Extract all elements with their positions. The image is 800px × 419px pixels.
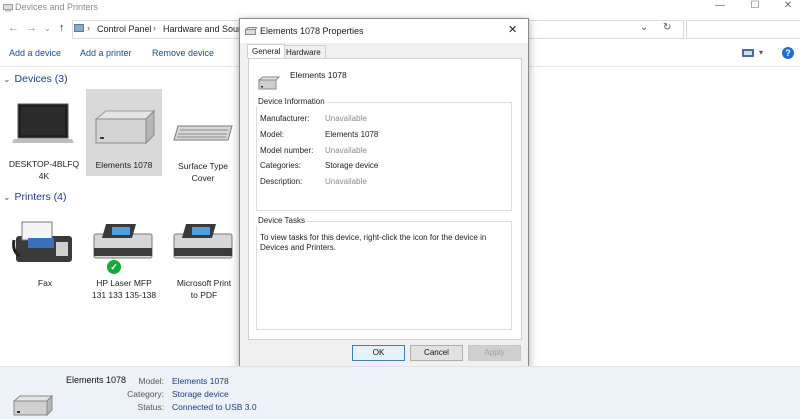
add-printer-button[interactable]: Add a printer [80, 48, 132, 58]
add-device-button[interactable]: Add a device [9, 48, 61, 58]
details-value: Connected to USB 3.0 [172, 402, 257, 412]
breadcrumb-control-panel[interactable]: Control Panel [97, 24, 152, 34]
search-input[interactable] [686, 20, 800, 39]
printer-item-microsoft-pdf[interactable]: Microsoft Print to PDF [168, 214, 240, 304]
dialog-close-icon[interactable]: ✕ [508, 23, 517, 36]
device-label: Elements 1078 [95, 160, 153, 170]
up-icon[interactable]: ↑ [59, 22, 65, 34]
prop-label: Model: [260, 130, 285, 139]
device-item-surface-type-cover[interactable]: Surface Type Cover [168, 90, 238, 183]
prop-label: Categories: [260, 161, 301, 170]
remove-device-button[interactable]: Remove device [152, 48, 214, 58]
device-information-legend: Device Information [256, 97, 327, 106]
collapse-chevron-icon[interactable]: ⌄ [3, 74, 11, 84]
printer-icon [173, 224, 233, 259]
prop-value: Unavailable [325, 146, 367, 155]
minimize-icon[interactable]: — [700, 0, 740, 14]
chevron-right-icon: › [87, 23, 90, 33]
prop-label: Manufacturer: [260, 114, 310, 123]
laptop-icon [12, 103, 74, 143]
view-options-icon[interactable] [742, 49, 754, 57]
printer-label: HP Laser MFP 131 133 135-138 [91, 278, 157, 300]
drive-small-icon [245, 27, 257, 35]
tab-general[interactable]: General [247, 44, 286, 58]
device-item-desktop[interactable]: DESKTOP-4BLFQ 4K [9, 90, 79, 181]
printer-label: Microsoft Print to PDF [176, 278, 232, 300]
printer-label: Fax [37, 278, 53, 288]
breadcrumb-hardware-sound[interactable]: Hardware and Sound [163, 24, 248, 34]
help-icon[interactable]: ? [782, 47, 794, 59]
back-icon[interactable]: ← [8, 22, 19, 34]
printers-section-header[interactable]: ⌄ Printers (4) [3, 191, 66, 203]
control-panel-icon [74, 24, 84, 32]
printer-item-fax[interactable]: Fax [10, 214, 80, 294]
ok-button[interactable]: OK [352, 345, 405, 361]
details-label: Model: [138, 376, 164, 386]
device-label: Surface Type Cover [178, 161, 228, 183]
fax-icon [12, 221, 72, 262]
prop-value: Unavailable [325, 114, 367, 123]
devices-section-header[interactable]: ⌄ Devices (3) [3, 73, 68, 85]
recent-dropdown-icon[interactable]: ⌄ [44, 24, 51, 33]
prop-value: Storage device [325, 161, 379, 170]
prop-value: Elements 1078 [325, 130, 379, 139]
details-label: Status: [137, 402, 164, 412]
window-title: Devices and Printers [15, 2, 99, 12]
details-value: Elements 1078 [172, 376, 229, 386]
default-printer-check-icon: ✓ [107, 260, 121, 274]
device-label: DESKTOP-4BLFQ 4K [8, 159, 80, 181]
prop-label: Description: [260, 177, 303, 186]
details-pane: Elements 1078 Model: Elements 1078 Categ… [0, 366, 800, 419]
collapse-chevron-icon[interactable]: ⌄ [3, 192, 11, 202]
keyboard-icon [173, 125, 233, 141]
details-label: Category: [127, 389, 164, 399]
printer-icon [93, 224, 153, 259]
drive-icon [258, 76, 280, 90]
tab-hardware[interactable]: Hardware [281, 45, 326, 59]
dialog-title: Elements 1078 Properties [260, 26, 364, 36]
address-dropdown-icon[interactable]: ⌄ [640, 22, 648, 33]
forward-icon[interactable]: → [26, 22, 37, 34]
device-tasks-legend: Device Tasks [256, 216, 307, 225]
cancel-button[interactable]: Cancel [410, 345, 463, 361]
external-drive-icon [94, 109, 156, 145]
view-dropdown-icon[interactable]: ▾ [759, 48, 763, 57]
prop-label: Model number: [260, 146, 314, 155]
apply-button[interactable]: Apply [468, 345, 521, 361]
chevron-right-icon: › [153, 23, 156, 33]
details-drive-icon [12, 395, 54, 417]
dialog-title-bar[interactable]: Elements 1078 Properties ✕ [240, 19, 528, 43]
devices-section-title: Devices (3) [14, 73, 68, 85]
device-item-elements-1078[interactable]: Elements 1078 [86, 89, 162, 176]
device-tasks-text: To view tasks for this device, right-cli… [260, 233, 487, 252]
details-value: Storage device [172, 389, 229, 399]
printers-section-title: Printers (4) [14, 191, 67, 203]
printer-item-hp-laser[interactable]: ✓ HP Laser MFP 131 133 135-138 [88, 214, 160, 304]
refresh-icon[interactable]: ↻ [663, 22, 671, 33]
title-bar: Devices and Printers — ☐ ✕ [0, 0, 800, 16]
devices-printers-icon [3, 4, 13, 12]
prop-value: Unavailable [325, 177, 367, 186]
close-window-icon[interactable]: ✕ [768, 0, 800, 14]
device-name: Elements 1078 [290, 70, 347, 80]
